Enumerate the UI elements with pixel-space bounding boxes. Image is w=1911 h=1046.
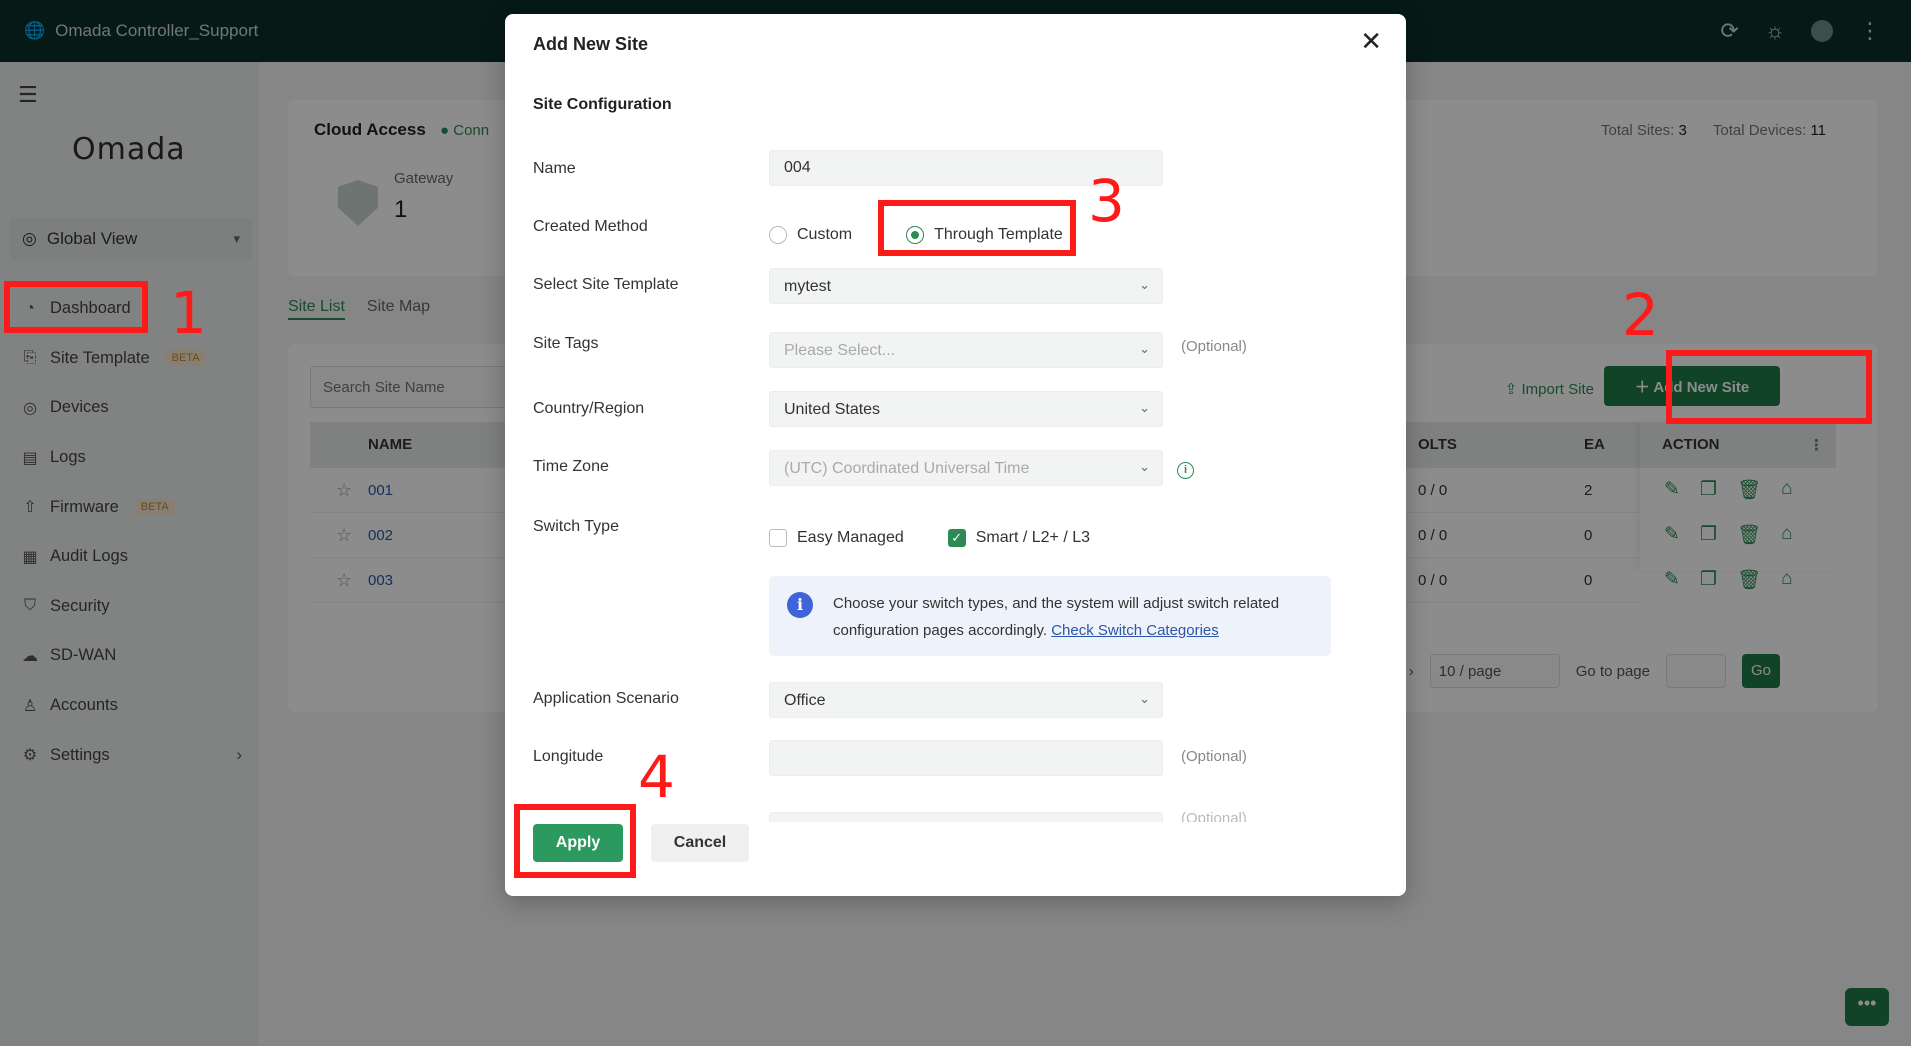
step-number: 2 <box>1622 281 1659 349</box>
radio-custom[interactable]: Custom <box>769 226 852 244</box>
step-number: 1 <box>170 279 207 347</box>
application-scenario-value: Office <box>784 692 826 709</box>
country-value: United States <box>784 401 881 418</box>
optional-hint: (Optional) <box>1181 338 1247 355</box>
section-title: Site Configuration <box>533 96 672 113</box>
time-zone-select[interactable]: (UTC) Coordinated Universal Time ⌄ <box>769 450 1163 486</box>
country-select[interactable]: United States ⌄ <box>769 391 1163 427</box>
created-method-label: Created Method <box>533 218 648 235</box>
optional-hint-clipped: (Optional) <box>1181 810 1247 822</box>
application-scenario-select[interactable]: Office ⌄ <box>769 682 1163 718</box>
radio-custom-label: Custom <box>797 226 853 243</box>
site-tags-select[interactable]: Please Select... ⌄ <box>769 332 1163 368</box>
chevron-down-icon: ⌄ <box>1139 459 1150 474</box>
site-tags-placeholder: Please Select... <box>784 342 896 359</box>
chevron-down-icon: ⌄ <box>1139 691 1150 706</box>
longitude-input[interactable] <box>769 740 1163 776</box>
switch-info-box: i Choose your switch types, and the syst… <box>769 576 1331 656</box>
highlight-add-new-site <box>1666 350 1872 424</box>
country-label: Country/Region <box>533 400 645 417</box>
time-zone-label: Time Zone <box>533 458 609 475</box>
close-icon[interactable]: ✕ <box>1360 28 1382 54</box>
switch-type-checks: Easy Managed ✓ Smart / L2+ / L3 <box>769 529 1090 547</box>
site-template-value: mytest <box>784 278 832 295</box>
step-number: 3 <box>1088 167 1125 235</box>
checkbox-smart[interactable]: ✓ <box>947 529 966 547</box>
info-icon: i <box>787 592 813 618</box>
chevron-down-icon: ⌄ <box>1139 341 1150 356</box>
highlight-through-template <box>878 200 1076 256</box>
check-easy-managed[interactable]: Easy Managed <box>769 529 904 547</box>
highlight-dashboard <box>4 281 148 333</box>
highlight-apply <box>514 804 636 878</box>
cancel-button[interactable]: Cancel <box>651 824 749 862</box>
optional-hint: (Optional) <box>1181 748 1247 765</box>
dialog-title: Add New Site <box>533 34 649 54</box>
application-scenario-label: Application Scenario <box>533 690 679 707</box>
longitude-label: Longitude <box>533 748 604 765</box>
chevron-down-icon: ⌄ <box>1139 277 1150 292</box>
latitude-input-clipped[interactable] <box>769 812 1163 822</box>
checkbox-easy-managed[interactable] <box>769 529 787 547</box>
site-template-label: Select Site Template <box>533 276 679 293</box>
step-number: 4 <box>638 743 675 811</box>
easy-managed-label: Easy Managed <box>797 529 904 546</box>
site-template-select[interactable]: mytest ⌄ <box>769 268 1163 304</box>
time-zone-value: (UTC) Coordinated Universal Time <box>784 460 1030 477</box>
chevron-down-icon: ⌄ <box>1139 400 1150 415</box>
check-switch-categories-link[interactable]: Check Switch Categories <box>1051 622 1219 639</box>
switch-type-label: Switch Type <box>533 518 619 535</box>
smart-label: Smart / L2+ / L3 <box>975 529 1091 546</box>
name-label: Name <box>533 160 576 177</box>
check-smart[interactable]: ✓ Smart / L2+ / L3 <box>947 529 1091 547</box>
radio-custom-dot[interactable] <box>769 226 787 244</box>
info-circle-icon[interactable]: i <box>1177 462 1194 479</box>
site-tags-label: Site Tags <box>533 335 599 352</box>
